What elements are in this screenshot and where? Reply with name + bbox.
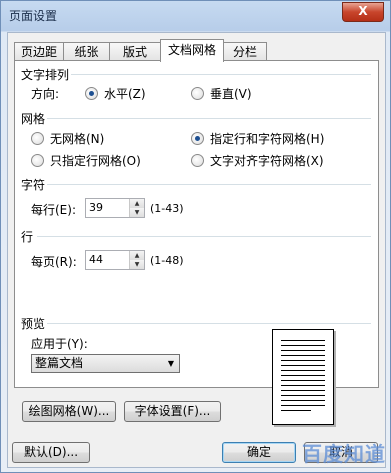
apply-to-value: 整篇文档 [35,356,84,370]
lines-only-radio[interactable] [31,154,44,167]
characters-section-label: 字符 [21,178,46,192]
tab-layout[interactable]: 版式 [109,42,161,61]
lines-per-page-stepper[interactable]: ▲ ▼ [85,250,145,270]
draw-grid-button[interactable]: 绘图网格(W)... [22,401,116,422]
apply-to-label: 应用于(Y): [31,337,88,351]
vertical-radio[interactable] [191,87,204,100]
no-grid-radio[interactable] [31,132,44,145]
divider [47,323,371,324]
chars-per-line-input[interactable] [86,199,127,215]
watermark-logo: 百度知道 [302,442,386,466]
close-button[interactable]: X [342,2,384,22]
decrement-arrow-icon[interactable]: ▼ [130,260,144,269]
ok-button[interactable]: 确定 [222,442,296,463]
dialog-client-area: 页边距 纸张 版式 文档网格 分栏 文字排列 方向: 水平(Z) 垂直(V) 网… [7,32,386,468]
lines-and-chars-label: 指定行和字符网格(H) [210,132,325,146]
lines-per-page-range: (1-48) [150,254,184,267]
tab-document-grid[interactable]: 文档网格 [160,39,224,62]
grid-option-lines-and-chars[interactable]: 指定行和字符网格(H) [191,130,324,147]
lines-and-chars-radio[interactable] [191,132,204,145]
direction-label: 方向: [31,87,60,101]
document-grid-panel: 文字排列 方向: 水平(Z) 垂直(V) 网格 无网格(N) 指定行和字符网格(… [14,60,379,425]
lines-per-page-label: 每页(R): [31,255,77,269]
preview-section-label: 预览 [21,317,46,331]
chars-per-line-spin-buttons: ▲ ▼ [129,199,144,217]
direction-horizontal-option[interactable]: 水平(Z) [85,85,146,102]
horizontal-label: 水平(Z) [104,87,146,101]
grid-option-lines-only[interactable]: 只指定行网格(O) [31,152,141,169]
chevron-down-icon: ▼ [167,359,174,368]
horizontal-radio[interactable] [85,87,98,100]
chars-per-line-stepper[interactable]: ▲ ▼ [85,198,145,218]
page-setup-dialog: 页面设置 X 页边距 纸张 版式 文档网格 分栏 文字排列 方向: 水平(Z) … [0,0,391,473]
apply-to-select[interactable]: 整篇文档 ▼ [31,354,180,373]
lines-section-label: 行 [21,230,34,244]
lines-per-page-spin-buttons: ▲ ▼ [129,251,144,269]
default-button[interactable]: 默认(D)... [12,442,90,463]
vertical-label: 垂直(V) [210,87,252,101]
tab-columns[interactable]: 分栏 [223,42,267,61]
text-direction-section-label: 文字排列 [21,68,70,82]
preview-page-thumbnail [272,329,334,425]
divider [71,74,371,75]
divider [47,184,371,185]
grid-section-label: 网格 [21,112,46,126]
title-bar: 页面设置 X [1,1,390,31]
divider [47,118,371,119]
tab-paper[interactable]: 纸张 [63,42,110,61]
grid-option-snap-to-chars[interactable]: 文字对齐字符网格(X) [191,152,324,169]
tab-margins[interactable]: 页边距 [14,42,64,61]
chars-per-line-range: (1-43) [150,202,184,215]
snap-to-chars-label: 文字对齐字符网格(X) [210,154,324,168]
decrement-arrow-icon[interactable]: ▼ [130,208,144,217]
window-title: 页面设置 [9,9,58,23]
divider [37,236,371,237]
direction-vertical-option[interactable]: 垂直(V) [191,85,252,102]
lines-per-page-input[interactable] [86,251,127,267]
lines-only-label: 只指定行网格(O) [50,154,141,168]
chars-per-line-label: 每行(E): [31,203,76,217]
no-grid-label: 无网格(N) [50,132,105,146]
snap-to-chars-radio[interactable] [191,154,204,167]
font-settings-button[interactable]: 字体设置(F)... [124,401,221,422]
grid-option-none[interactable]: 无网格(N) [31,130,104,147]
